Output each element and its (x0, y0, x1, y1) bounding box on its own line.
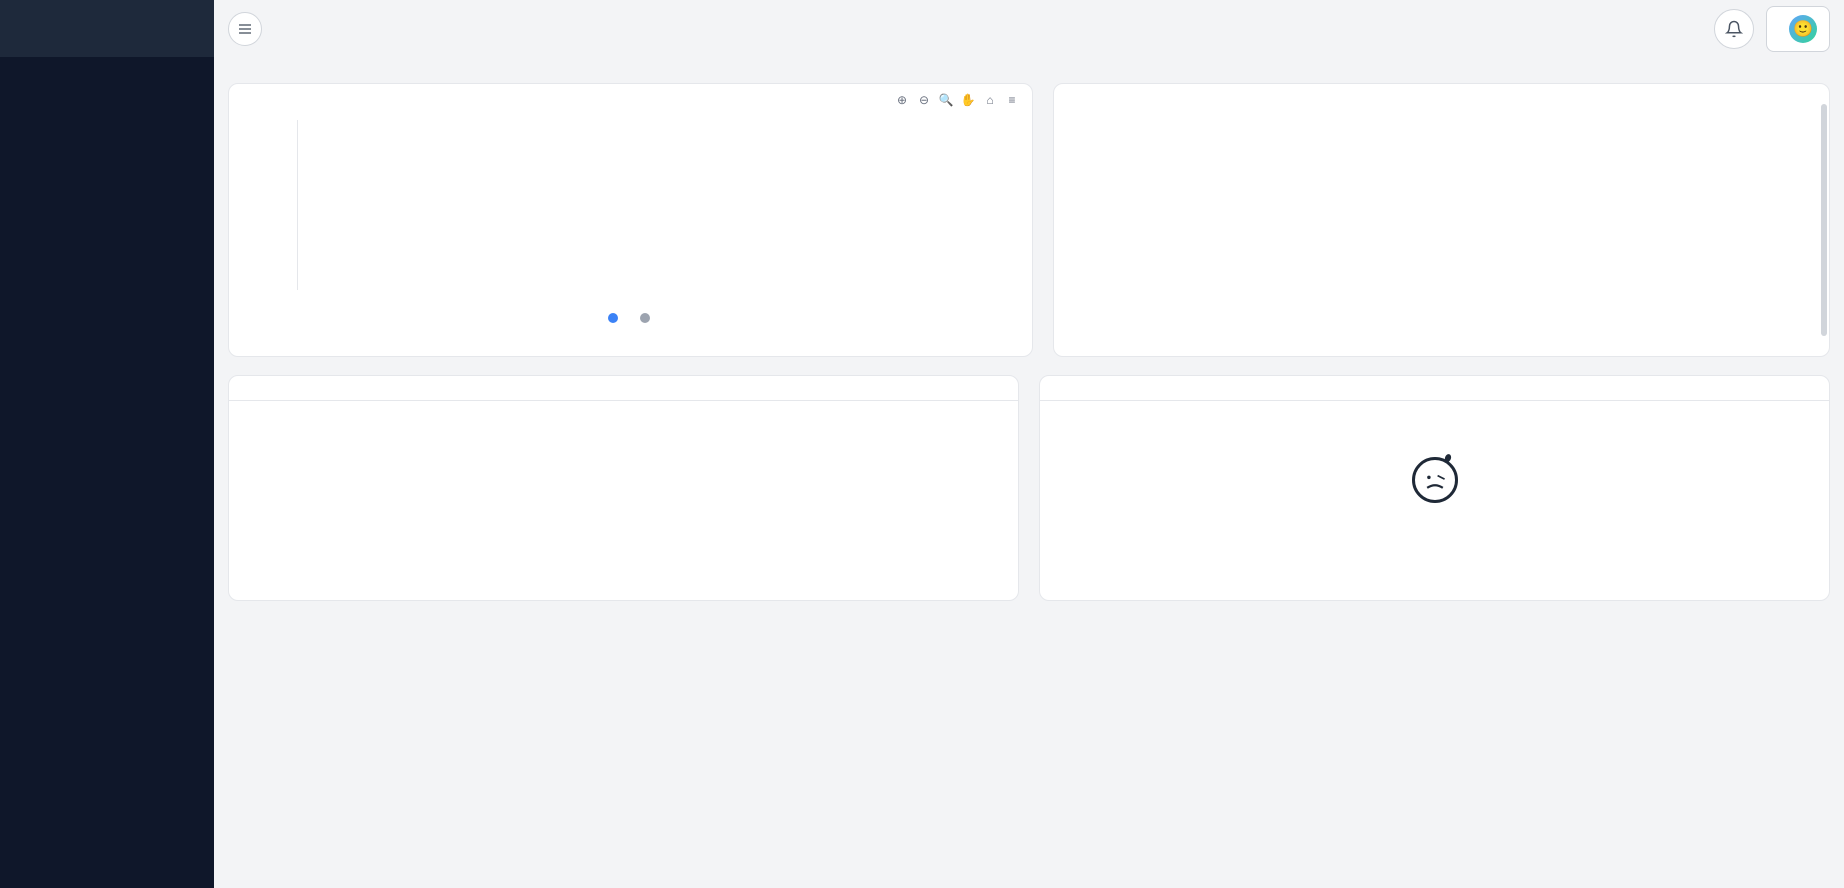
pan-icon[interactable]: ✋ (960, 92, 976, 108)
menu-icon[interactable]: ≡ (1004, 92, 1020, 108)
sidebar (0, 0, 214, 888)
best-cashiers-empty (1040, 401, 1829, 571)
zoom-in-icon[interactable]: ⊕ (894, 92, 910, 108)
zoom-out-icon[interactable]: ⊖ (916, 92, 932, 108)
best-cashiers-panel (1039, 375, 1830, 601)
content-area: ⊕ ⊖ 🔍 ✋ ⌂ ≡ (214, 57, 1844, 876)
side-nav (0, 57, 214, 888)
chart-toolbar: ⊕ ⊖ 🔍 ✋ ⌂ ≡ (894, 92, 1020, 108)
sad-face-icon (1412, 457, 1458, 503)
best-customers-title (229, 376, 1018, 401)
mid-panel-row: ⊕ ⊖ 🔍 ✋ ⌂ ≡ (228, 83, 1830, 357)
footer-version (214, 876, 1844, 888)
best-customers-panel (228, 375, 1019, 601)
best-cashiers-title (1040, 376, 1829, 401)
app-root: 🙂 ⊕ ⊖ 🔍 ✋ ⌂ ≡ (0, 0, 1844, 888)
avatar: 🙂 (1789, 15, 1817, 43)
main-column: 🙂 ⊕ ⊖ 🔍 ✋ ⌂ ≡ (214, 0, 1844, 888)
sales-chart-panel: ⊕ ⊖ 🔍 ✋ ⌂ ≡ (228, 83, 1033, 357)
recent-orders-panel (1053, 83, 1830, 357)
search-icon[interactable]: 🔍 (938, 92, 954, 108)
user-menu[interactable]: 🙂 (1766, 6, 1830, 52)
sidebar-toggle-button[interactable] (228, 12, 262, 46)
recent-orders-list[interactable] (1054, 108, 1829, 356)
chart-area (297, 120, 1018, 290)
chart-legend (243, 310, 1018, 324)
topbar: 🙂 (214, 0, 1844, 57)
notifications-button[interactable] (1714, 9, 1754, 49)
bottom-panel-row (228, 375, 1830, 601)
recent-orders-title (1054, 84, 1829, 108)
brand-logo (0, 0, 214, 57)
scrollbar[interactable] (1821, 104, 1827, 336)
home-icon[interactable]: ⌂ (982, 92, 998, 108)
